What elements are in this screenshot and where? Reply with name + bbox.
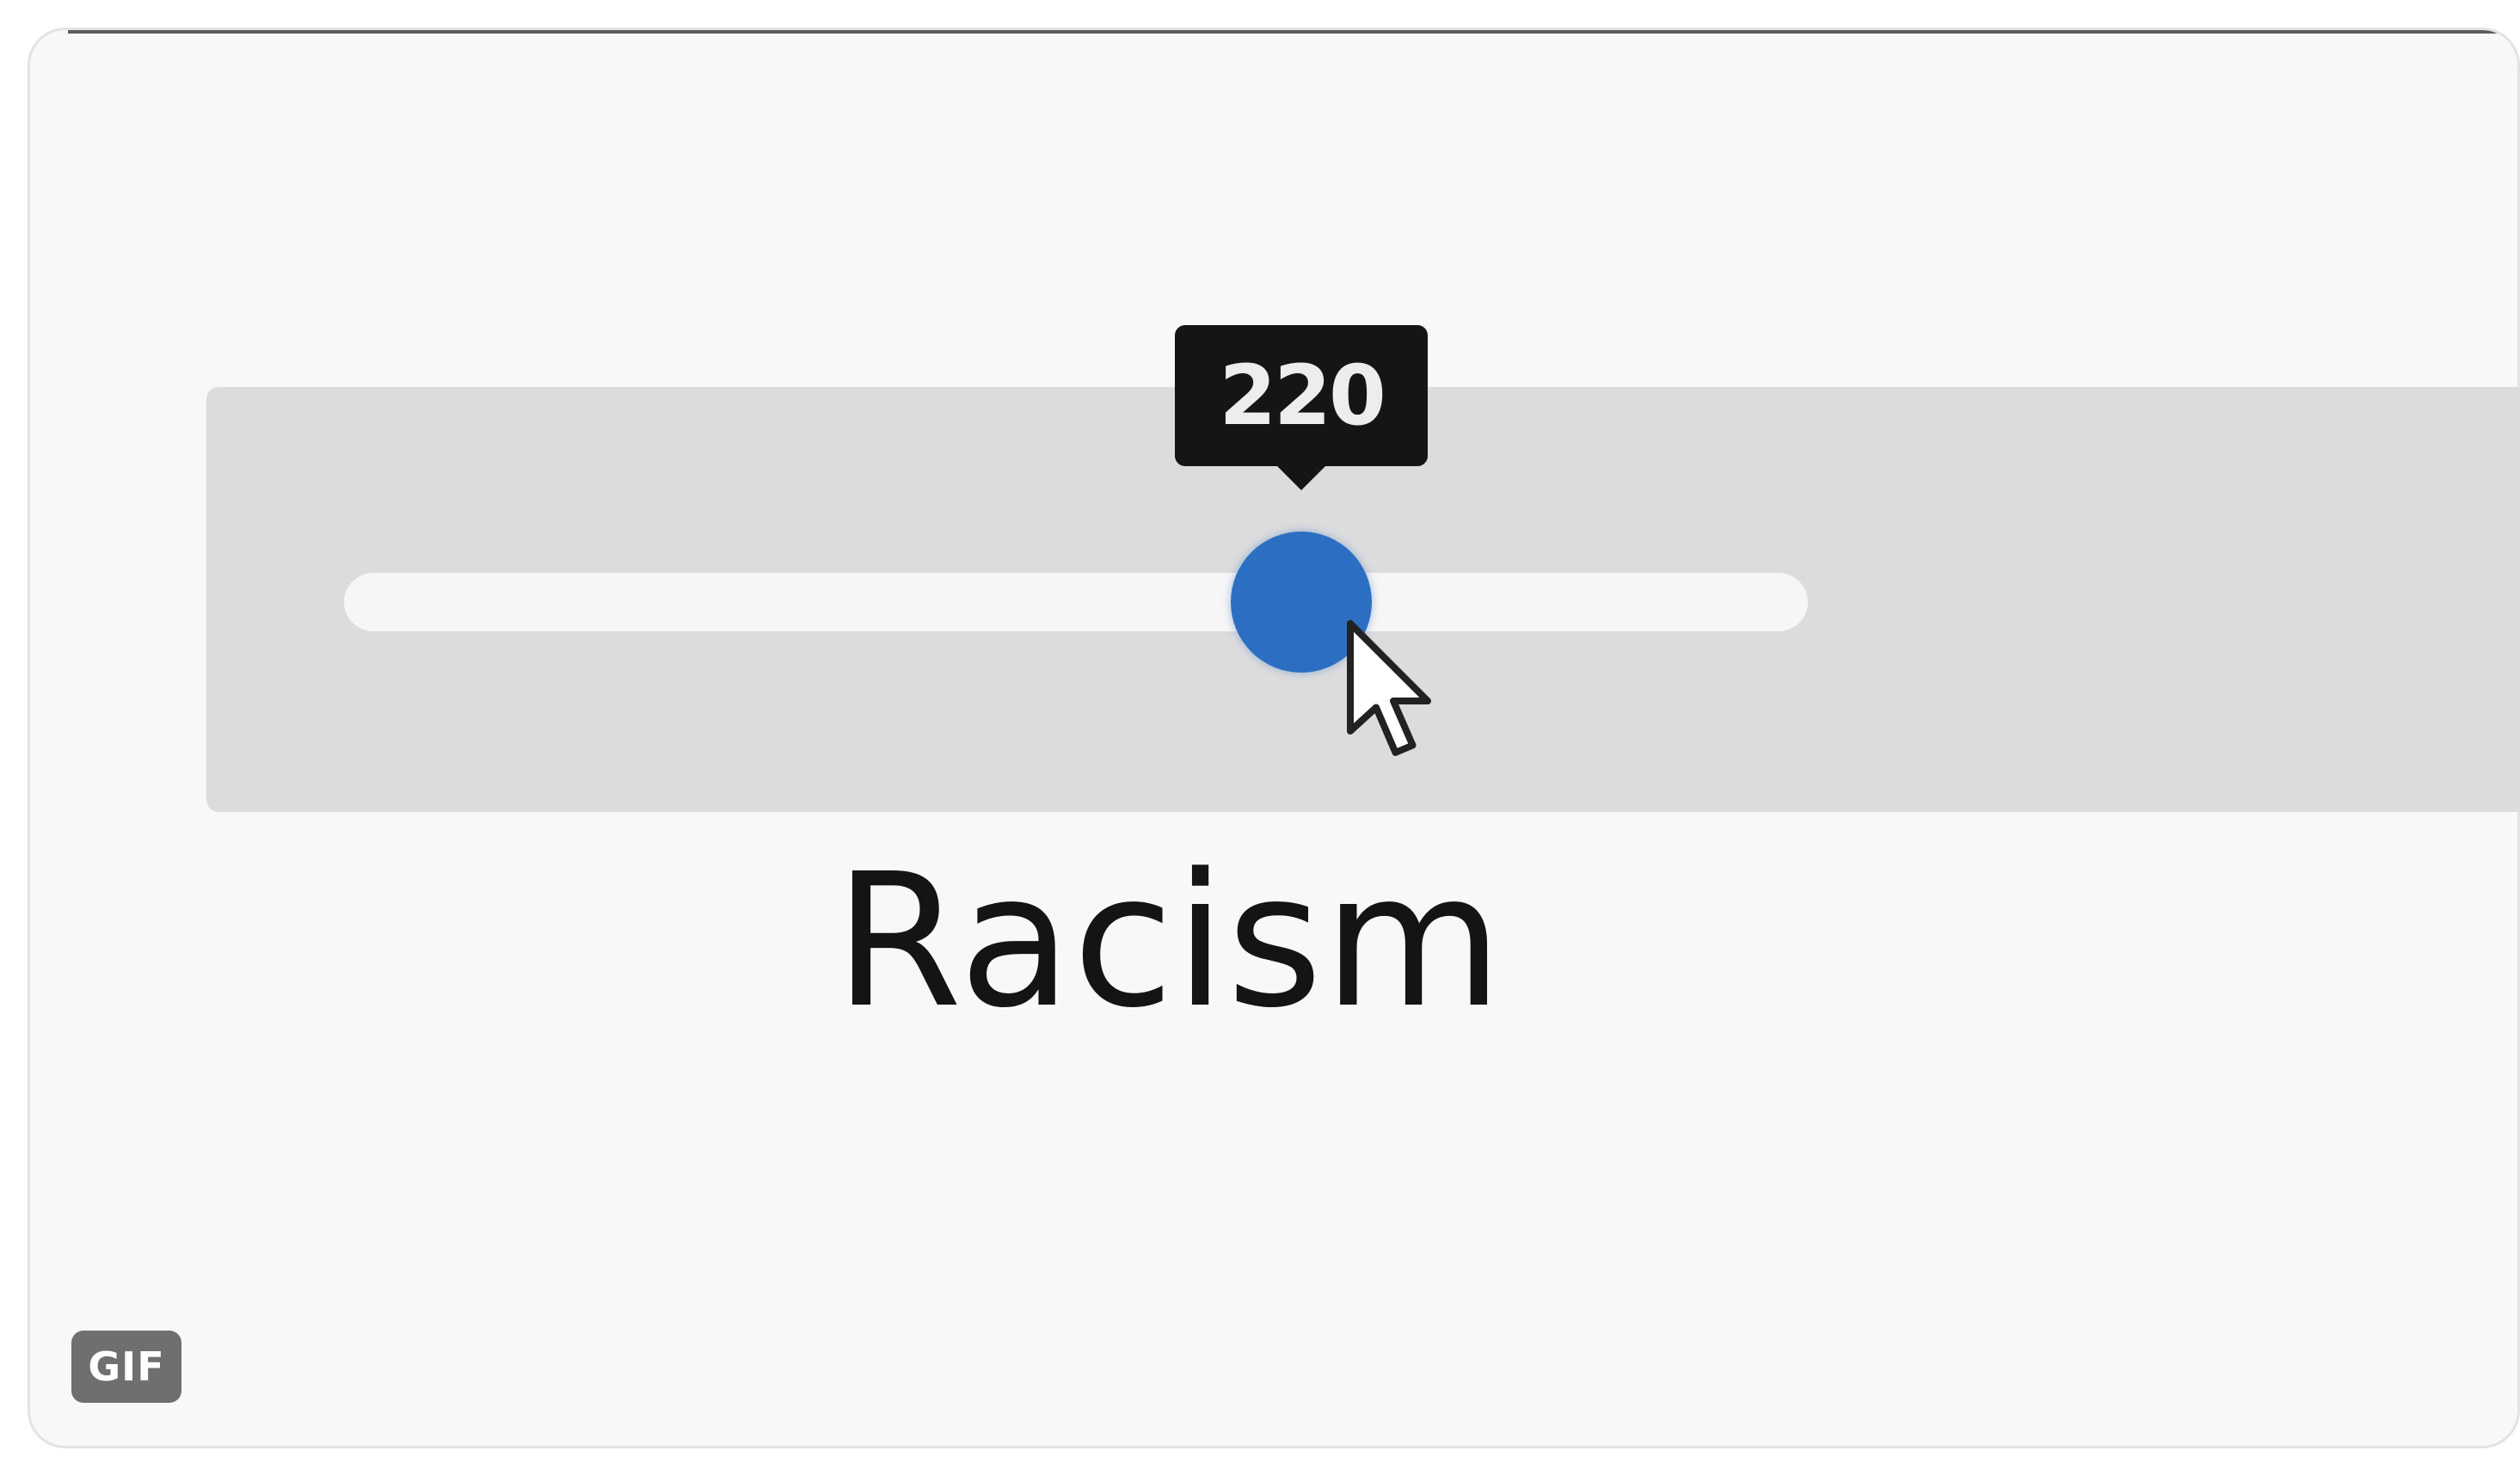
slider-value-tooltip: 220 [1175,325,1429,466]
arrow-pointer-icon [1347,620,1431,756]
slider-track[interactable] [344,573,1808,631]
card-top-border [68,30,2517,34]
tooltip-arrow [1275,464,1328,490]
gif-badge: GIF [71,1331,181,1403]
slider-label: Racism [834,834,1504,1048]
